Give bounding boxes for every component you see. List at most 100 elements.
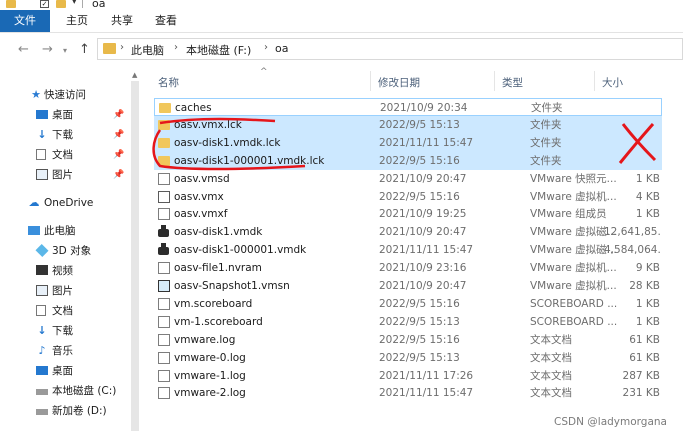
pin-icon[interactable]: 📌 xyxy=(113,146,124,164)
address-bar[interactable]: › 此电脑 › 本地磁盘 (F:) › oa xyxy=(97,38,683,60)
tab-home[interactable]: 主页 xyxy=(62,10,92,32)
tab-file[interactable]: 文件 xyxy=(0,10,50,32)
scroll-up-icon[interactable]: ▲ xyxy=(132,71,137,79)
new-folder-icon[interactable] xyxy=(56,0,66,8)
file-row[interactable]: vmware.log 2022/9/5 15:16 文本文档 61 KB xyxy=(154,331,662,349)
file-name: oasv-disk1.vmdk.lck xyxy=(174,136,281,149)
file-row[interactable]: vmware-0.log 2022/9/5 15:13 文本文档 61 KB xyxy=(154,349,662,367)
sidebar-scrollbar[interactable]: ▲ xyxy=(128,67,142,434)
file-name: oasv-file1.nvram xyxy=(174,262,262,275)
chevron-right-icon[interactable]: › xyxy=(264,42,268,53)
sidebar-item-label: 此电脑 xyxy=(44,225,76,237)
sidebar-item-desktop-pc[interactable]: 桌面 xyxy=(0,362,128,380)
tab-share[interactable]: 共享 xyxy=(108,10,136,32)
sidebar-item-pictures-pc[interactable]: 图片 xyxy=(0,282,128,300)
file-size: 1 KB xyxy=(635,315,660,328)
sidebar-item-music[interactable]: ♪ 音乐 xyxy=(0,342,128,360)
file-row[interactable]: vmware-2.log 2021/11/11 15:47 文本文档 231 KB xyxy=(154,384,662,402)
file-row[interactable]: oasv-disk1.vmdk 2021/10/9 20:47 VMware 虚拟磁… xyxy=(154,223,662,241)
file-icon xyxy=(158,387,170,400)
pin-icon[interactable]: 📌 xyxy=(113,166,124,184)
cloud-icon: ☁ xyxy=(28,196,40,209)
column-divider[interactable] xyxy=(494,71,495,91)
file-row[interactable]: oasv-disk1.vmdk.lck 2021/11/11 15:47 文件夹 xyxy=(154,133,662,152)
recent-locations-icon[interactable]: ▾ xyxy=(63,46,67,55)
back-arrow-icon[interactable]: ← xyxy=(18,42,29,57)
file-row[interactable]: oasv.vmx 2022/9/5 15:16 VMware 虚拟机... 4 KB xyxy=(154,188,662,206)
sidebar-item-downloads-pc[interactable]: ↓ 下载 xyxy=(0,322,128,340)
file-row[interactable]: vm.scoreboard 2022/9/5 15:16 SCOREBOARD ..… xyxy=(154,295,662,313)
file-row[interactable]: oasv.vmx.lck 2022/9/5 15:13 文件夹 xyxy=(154,115,662,134)
sidebar-item-label: 文档 xyxy=(52,149,73,161)
file-date: 2021/10/9 20:47 xyxy=(379,226,467,239)
sidebar-item-quick-access[interactable]: ★ 快速访问 xyxy=(0,86,128,104)
folder-icon xyxy=(159,103,171,113)
file-row[interactable]: vm-1.scoreboard 2022/9/5 15:13 SCOREBOARD … xyxy=(154,313,662,331)
file-date: 2021/11/11 17:26 xyxy=(379,369,474,382)
breadcrumb-this-pc[interactable]: 此电脑 xyxy=(131,42,164,58)
column-size[interactable]: 大小 xyxy=(602,75,623,90)
file-size: 61 KB xyxy=(629,333,660,346)
file-size: 231 KB xyxy=(622,387,660,400)
file-type: 文件夹 xyxy=(530,136,562,149)
file-row[interactable]: oasv.vmsd 2021/10/9 20:47 VMware 快照元... 1 K… xyxy=(154,170,662,188)
forward-arrow-icon[interactable]: → xyxy=(42,42,53,57)
folder-icon xyxy=(158,137,170,148)
sidebar-item-this-pc[interactable]: 此电脑 xyxy=(0,222,128,240)
download-icon: ↓ xyxy=(37,128,47,141)
file-row[interactable]: oasv-file1.nvram 2021/10/9 23:16 VMware 虚拟… xyxy=(154,259,662,277)
folder-icon xyxy=(103,43,116,54)
column-name[interactable]: 名称 xyxy=(158,75,179,90)
tab-view[interactable]: 查看 xyxy=(152,10,180,32)
file-size: 12,641,85... xyxy=(604,226,660,239)
sidebar-item-pictures[interactable]: 图片 📌 xyxy=(0,166,128,184)
breadcrumb-drive-f[interactable]: 本地磁盘 (F:) xyxy=(186,42,251,58)
file-row[interactable]: oasv.vmxf 2021/10/9 19:25 VMware 组成员 1 KB xyxy=(154,205,662,223)
column-date[interactable]: 修改日期 xyxy=(378,75,420,90)
sidebar-item-desktop[interactable]: 桌面 📌 xyxy=(0,106,128,124)
sidebar-item-downloads[interactable]: ↓ 下载 📌 xyxy=(0,126,128,144)
file-icon xyxy=(158,369,170,382)
file-name: oasv-disk1.vmdk xyxy=(174,226,263,239)
pin-icon[interactable]: 📌 xyxy=(113,106,124,124)
file-date: 2021/10/9 19:25 xyxy=(379,208,467,221)
file-row[interactable]: oasv-Snapshot1.vmsn 2021/10/9 20:47 VMware… xyxy=(154,277,662,295)
chevron-right-icon[interactable]: › xyxy=(174,42,178,53)
sidebar-item-documents-pc[interactable]: 文档 xyxy=(0,302,128,320)
sidebar-item-drive-d[interactable]: 新加卷 (D:) xyxy=(0,402,128,420)
column-type[interactable]: 类型 xyxy=(502,75,523,90)
file-date: 2021/11/11 15:47 xyxy=(379,244,474,257)
file-icon xyxy=(158,172,170,185)
scrollbar-thumb[interactable] xyxy=(131,81,139,431)
document-icon xyxy=(36,305,46,316)
sidebar-item-label: 桌面 xyxy=(52,109,73,121)
sidebar-item-videos[interactable]: 视频 xyxy=(0,262,128,280)
sidebar-item-label: 桌面 xyxy=(52,365,73,377)
file-name: vmware-2.log xyxy=(174,387,246,400)
file-date: 2021/11/11 15:47 xyxy=(379,136,474,149)
file-name: vm.scoreboard xyxy=(174,297,253,310)
file-icon xyxy=(158,297,170,310)
document-icon xyxy=(36,149,46,160)
file-row[interactable]: oasv-disk1-000001.vmdk.lck 2022/9/5 15:16… xyxy=(154,151,662,170)
file-date: 2022/9/5 15:13 xyxy=(379,118,460,131)
file-date: 2022/9/5 15:13 xyxy=(379,315,460,328)
file-row[interactable]: caches 2021/10/9 20:34 文件夹 xyxy=(154,98,662,116)
chevron-right-icon[interactable]: › xyxy=(120,42,124,53)
sidebar-item-label: OneDrive xyxy=(44,197,94,209)
column-divider[interactable] xyxy=(594,71,595,91)
column-divider[interactable] xyxy=(370,71,371,91)
pin-icon[interactable]: 📌 xyxy=(113,126,124,144)
sidebar-item-onedrive[interactable]: ☁ OneDrive xyxy=(0,194,128,212)
sidebar-item-drive-c[interactable]: 本地磁盘 (C:) xyxy=(0,382,128,400)
breadcrumb-oa[interactable]: oa xyxy=(275,42,288,55)
file-row[interactable]: vmware-1.log 2021/11/11 17:26 文本文档 287 KB xyxy=(154,367,662,385)
properties-icon[interactable]: ✓ xyxy=(40,0,49,8)
customize-toolbar-icon[interactable]: ▾ xyxy=(72,0,77,7)
file-row[interactable]: oasv-disk1-000001.vmdk 2021/11/11 15:47 VM… xyxy=(154,241,662,259)
sidebar-item-documents[interactable]: 文档 📌 xyxy=(0,146,128,164)
sidebar-item-3d-objects[interactable]: 3D 对象 xyxy=(0,242,128,260)
file-date: 2021/10/9 20:47 xyxy=(379,280,467,292)
file-size: 9 KB xyxy=(635,262,660,275)
up-arrow-icon[interactable]: ↑ xyxy=(79,42,90,57)
